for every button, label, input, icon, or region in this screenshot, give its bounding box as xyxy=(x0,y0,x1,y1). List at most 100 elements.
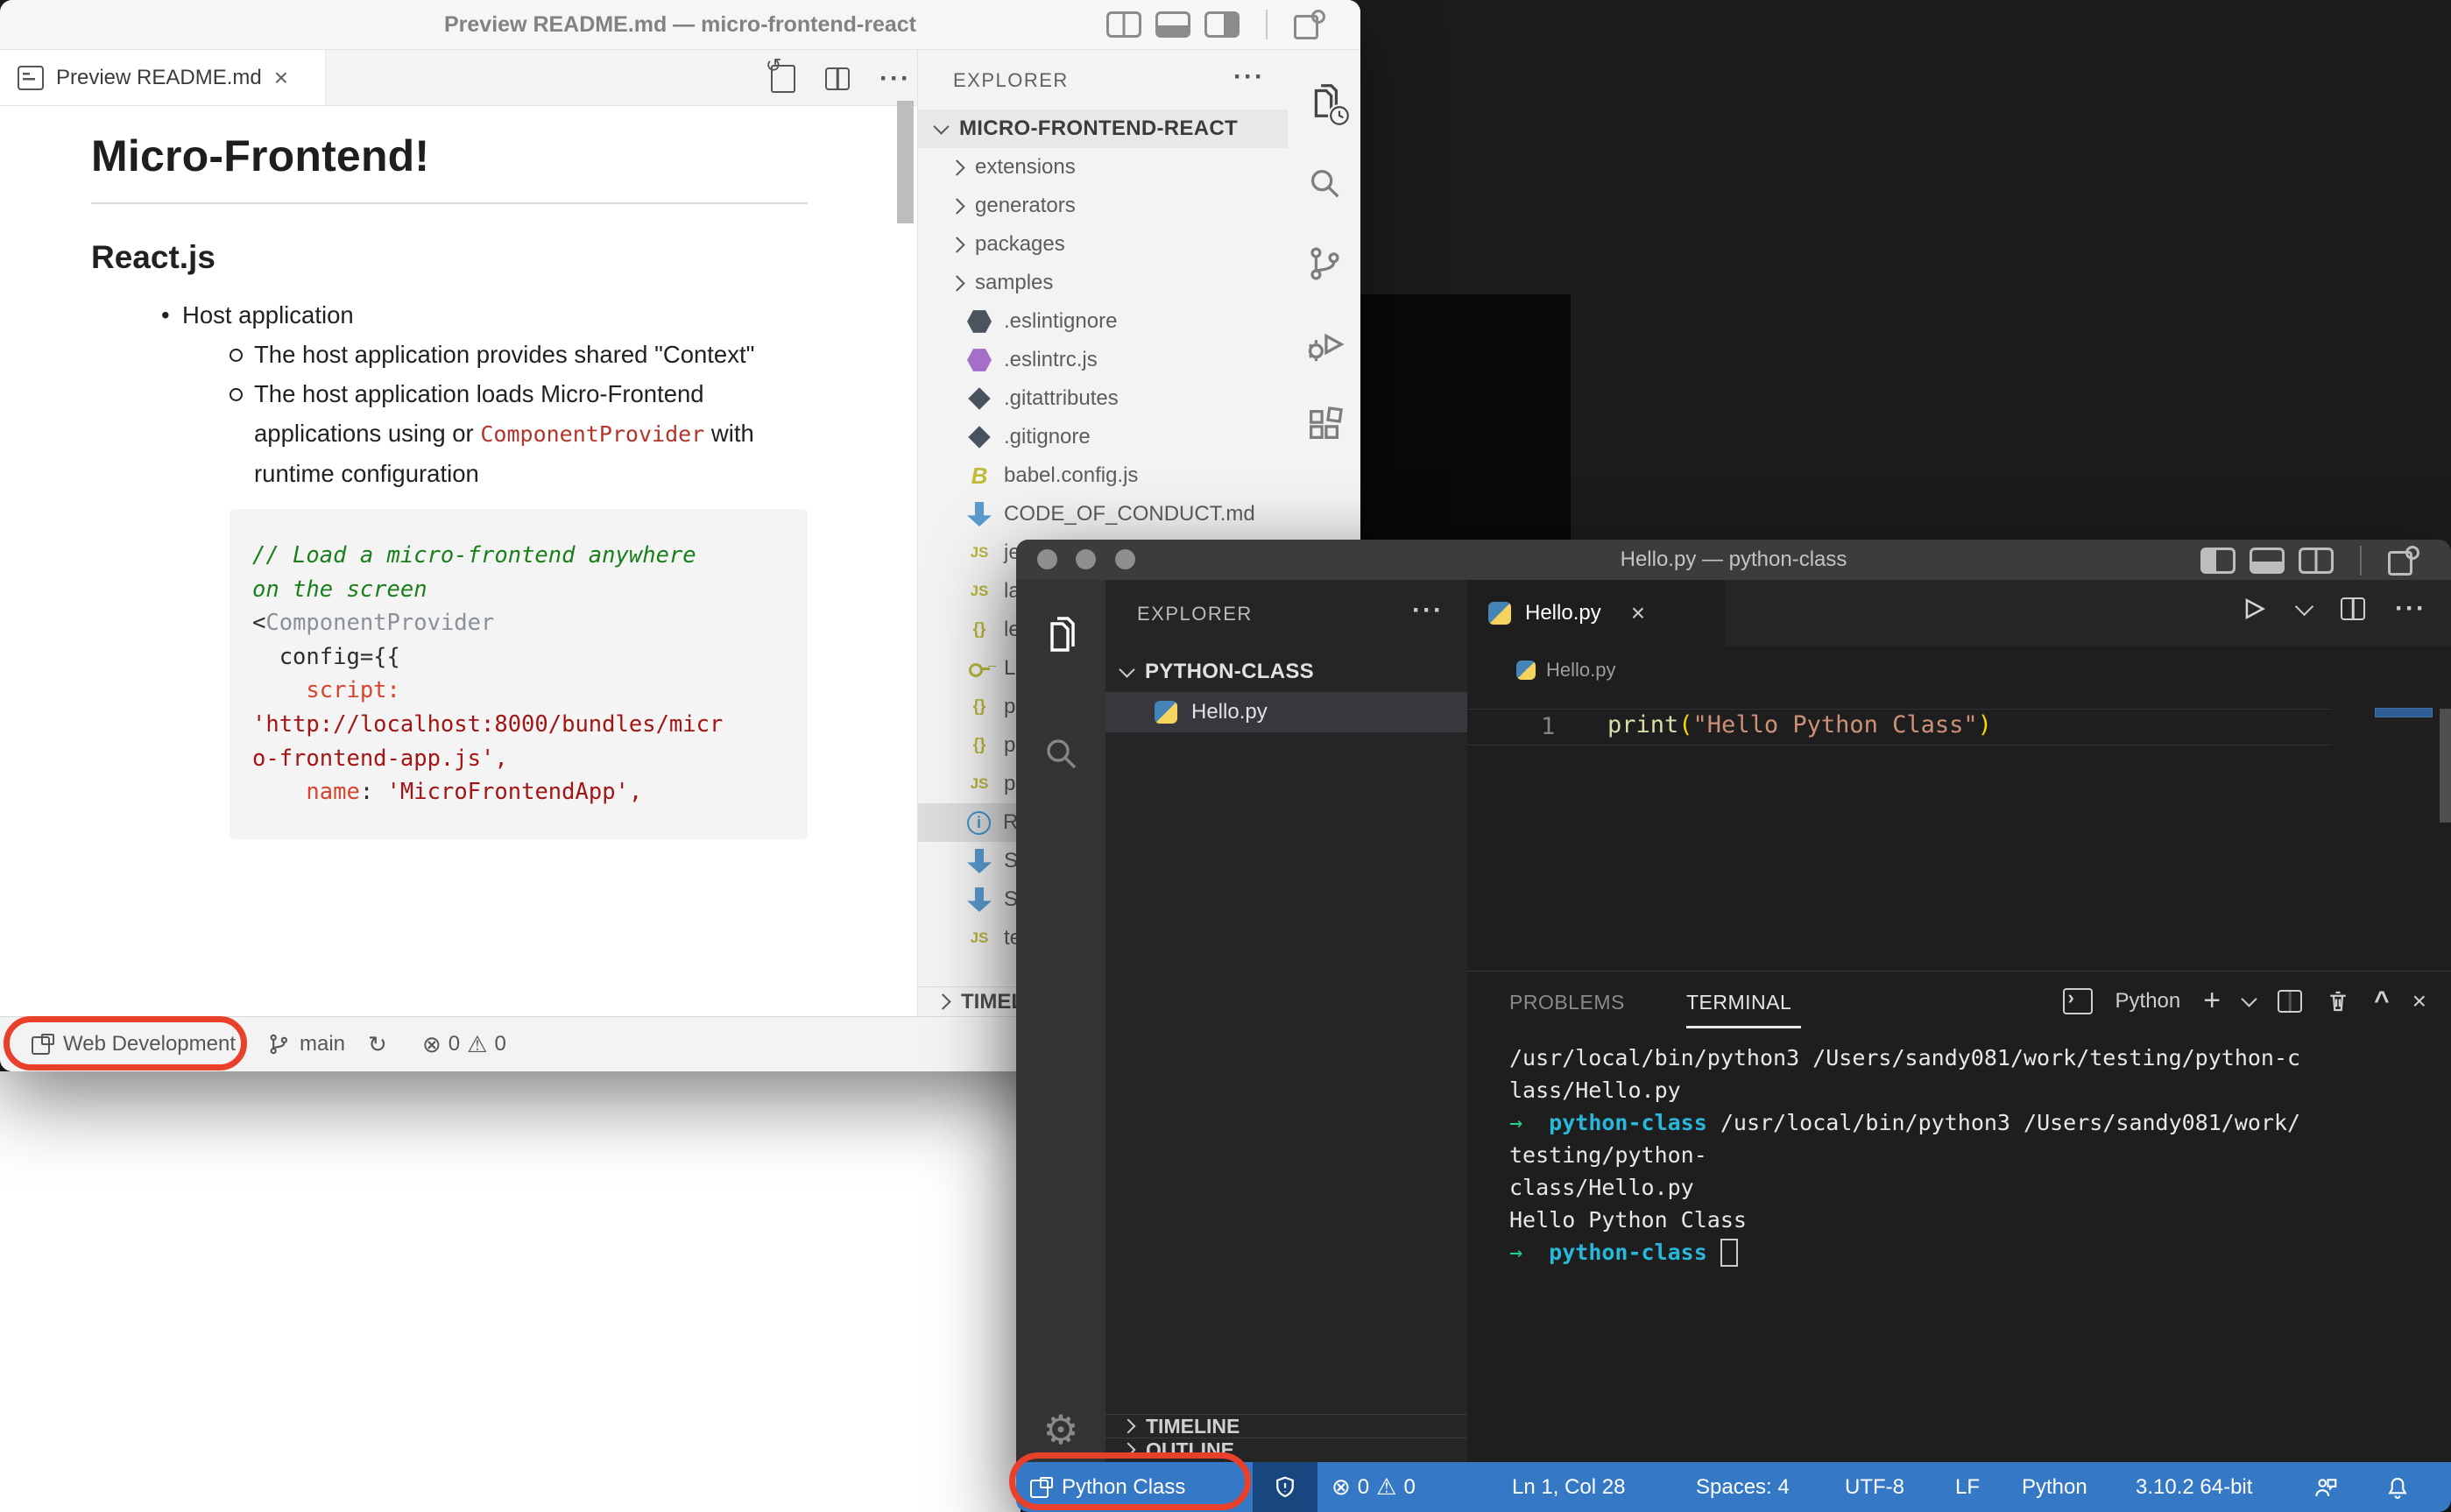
branch-status-item[interactable]: main xyxy=(266,1017,345,1071)
problems-status-item[interactable]: ⊗ 0 ⚠ 0 xyxy=(422,1017,506,1071)
search-icon[interactable] xyxy=(1302,160,1347,206)
text-segment: config={{ xyxy=(252,643,400,670)
folder-row[interactable]: extensions xyxy=(918,148,1289,187)
text-line: Hello Python Class xyxy=(1509,1204,2438,1236)
file-label: CODE_OF_CONDUCT.md xyxy=(1004,502,1255,526)
file-row[interactable]: .gitignore xyxy=(918,418,1289,456)
file-row[interactable]: CODE_OF_CONDUCT.md xyxy=(918,495,1289,533)
w2-explorer-sidebar: EXPLORER ··· PYTHON-CLASS Hello.py TIMEL… xyxy=(1105,580,1467,1462)
run-debug-icon[interactable] xyxy=(1302,321,1347,367)
text-segment: /usr/local/bin/python3 /Users/sandy081/w… xyxy=(1509,1045,2301,1070)
preview-scrollbar-thumb[interactable] xyxy=(897,101,914,223)
split-editor-icon[interactable] xyxy=(2341,597,2366,620)
text-segment: name xyxy=(306,779,360,806)
sync-status-item[interactable]: ↻ xyxy=(368,1017,387,1071)
divider xyxy=(2360,546,2362,576)
text-segment: print xyxy=(1607,711,1679,738)
text-segment: 'MicroFrontendApp', xyxy=(386,779,643,806)
terminal-output[interactable]: /usr/local/bin/python3 /Users/sandy081/w… xyxy=(1509,1042,2438,1268)
run-options-chevron-icon[interactable] xyxy=(2294,597,2314,616)
folder-row[interactable]: samples xyxy=(918,264,1289,302)
tab-terminal[interactable]: TERMINAL xyxy=(1686,991,1791,1014)
text-segment: with xyxy=(704,420,754,447)
customize-layout-icon[interactable] xyxy=(1294,10,1325,39)
toggle-panel-right-icon[interactable] xyxy=(1204,11,1240,38)
editor-scrollbar-thumb[interactable] xyxy=(2440,709,2451,823)
indentation-item[interactable]: Spaces: 4 xyxy=(1696,1462,1790,1512)
file-row[interactable]: babel.config.js xyxy=(918,456,1289,495)
close-tab-icon[interactable]: × xyxy=(1631,601,1645,625)
cursor-position-item[interactable]: Ln 1, Col 28 xyxy=(1512,1462,1625,1512)
language-mode-item[interactable]: Python xyxy=(2022,1462,2087,1512)
kill-terminal-trash-icon[interactable] xyxy=(2325,988,2351,1014)
extensions-icon[interactable] xyxy=(1302,402,1347,448)
toggle-panel-split-icon[interactable] xyxy=(1106,11,1141,38)
file-row[interactable]: .gitattributes xyxy=(918,379,1289,418)
toggle-panel-right-icon[interactable] xyxy=(2299,548,2334,574)
feedback-item[interactable] xyxy=(2313,1462,2339,1512)
maximize-panel-icon[interactable]: ^ xyxy=(2374,986,2390,1016)
new-terminal-icon[interactable]: + xyxy=(2203,984,2221,1018)
file-row[interactable]: .eslintrc.js xyxy=(918,341,1289,379)
pending-clock-badge xyxy=(1328,104,1351,127)
customize-layout-icon[interactable] xyxy=(2388,546,2419,576)
encoding-item[interactable]: UTF-8 xyxy=(1845,1462,1904,1512)
python-file-icon xyxy=(1488,602,1511,625)
more-actions-icon[interactable]: ··· xyxy=(879,64,911,94)
tab-problems[interactable]: PROBLEMS xyxy=(1509,991,1625,1014)
terminal-options-chevron-icon[interactable] xyxy=(2241,991,2257,1007)
toggle-sidebar-left-icon[interactable] xyxy=(2200,548,2236,574)
explorer-root-folder[interactable]: PYTHON-CLASS xyxy=(1105,652,1467,692)
code-line[interactable]: print("Hello Python Class") xyxy=(1607,711,1992,738)
toggle-panel-bottom-icon[interactable] xyxy=(1155,11,1190,38)
close-panel-icon[interactable]: × xyxy=(2412,988,2426,1014)
section-header[interactable]: TIMELINE xyxy=(1105,1414,1467,1438)
explorer-more-actions-icon[interactable]: ··· xyxy=(1233,62,1265,92)
file-type-icon xyxy=(967,926,992,950)
python-interpreter-item[interactable]: 3.10.2 64-bit xyxy=(2136,1462,2252,1512)
toggle-panel-bottom-icon[interactable] xyxy=(2250,548,2285,574)
breadcrumb[interactable]: Hello.py xyxy=(1516,659,1615,682)
file-label: .gitignore xyxy=(1004,425,1091,449)
explorer-more-actions-icon[interactable]: ··· xyxy=(1412,596,1444,625)
text-segment: class/Hello.py xyxy=(1509,1175,1694,1200)
notifications-item[interactable] xyxy=(2384,1462,2411,1512)
search-icon[interactable] xyxy=(1038,731,1084,776)
settings-gear-icon[interactable]: ⚙ xyxy=(1038,1407,1084,1452)
text-line: on the screen xyxy=(252,573,785,607)
md-heading-1: Micro-Frontend! xyxy=(91,131,430,180)
file-row-hello-py[interactable]: Hello.py xyxy=(1105,692,1467,732)
tab-hello-py[interactable]: Hello.py × xyxy=(1467,580,1725,646)
source-control-icon[interactable] xyxy=(1302,241,1347,286)
w2-activity-bar: ⚙ xyxy=(1016,580,1105,1462)
file-row[interactable]: .eslintignore xyxy=(918,302,1289,341)
explorer-view-icon[interactable] xyxy=(1302,78,1351,127)
warning-icon: ⚠ xyxy=(467,1030,488,1057)
explorer-view-icon[interactable] xyxy=(1038,611,1084,657)
breadcrumb-label: Hello.py xyxy=(1546,659,1616,681)
warning-icon: ⚠ xyxy=(1376,1473,1397,1500)
split-editor-icon[interactable] xyxy=(825,67,850,90)
more-actions-icon[interactable]: ··· xyxy=(2395,594,2426,624)
close-tab-icon[interactable]: × xyxy=(274,65,288,90)
split-terminal-icon[interactable] xyxy=(2278,989,2303,1013)
text-line: The host application loads Micro-Fronten… xyxy=(254,374,818,413)
chevron-right-icon xyxy=(949,236,965,253)
text-segment: python-class xyxy=(1549,1110,1707,1135)
text-segment: python-class xyxy=(1549,1240,1707,1265)
eol-item[interactable]: LF xyxy=(1955,1462,1980,1512)
w2-titlebar: Hello.py — python-class xyxy=(1016,540,2451,580)
open-changes-icon[interactable] xyxy=(766,54,795,93)
problems-status-item[interactable]: ⊗ 0 ⚠ 0 xyxy=(1331,1462,1416,1512)
md-bullet-host-application: Host application xyxy=(91,295,818,335)
folder-row[interactable]: generators xyxy=(918,187,1289,225)
folder-row[interactable]: packages xyxy=(918,225,1289,264)
text-segment: ) xyxy=(1977,711,1992,738)
workspace-trust-item[interactable] xyxy=(1253,1462,1317,1512)
shell-label[interactable]: Python xyxy=(2115,989,2181,1014)
run-python-file-icon[interactable] xyxy=(2238,594,2268,624)
md-sub-bullet-2-lines: The host application loads Micro-Fronten… xyxy=(254,374,818,493)
w1-activity-bar xyxy=(1288,50,1360,540)
explorer-root-folder[interactable]: MICRO-FRONTEND-REACT xyxy=(918,110,1289,148)
tab-preview-readme[interactable]: Preview README.md × xyxy=(0,50,326,105)
